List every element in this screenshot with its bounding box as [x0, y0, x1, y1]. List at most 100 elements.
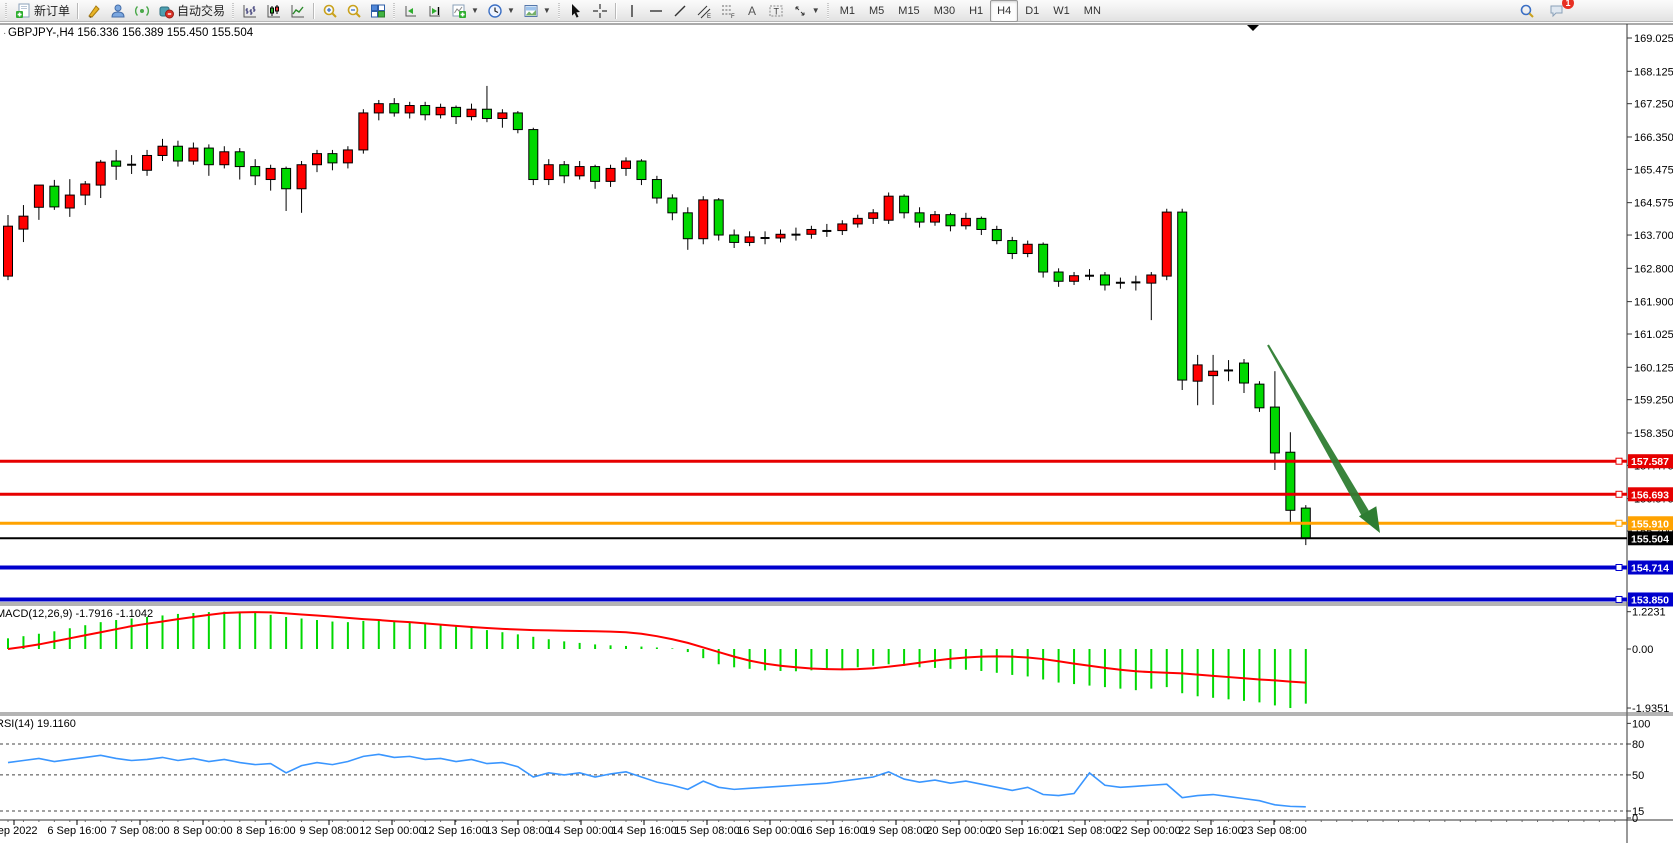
styler-button[interactable] [82, 0, 106, 22]
macd-axis-label: -1.9351 [1632, 703, 1669, 715]
auto-scroll-icon [427, 3, 443, 19]
macd-axis-label: 1.2231 [1632, 607, 1666, 619]
candlestick-chart-button[interactable] [262, 0, 286, 22]
vertical-line-button[interactable] [620, 0, 644, 22]
arrows-button[interactable]: ▼ [788, 0, 824, 22]
equidistant-channel-icon: E [696, 3, 712, 19]
zoom-in-button[interactable] [318, 0, 342, 22]
periods-button[interactable]: ▼ [483, 0, 519, 22]
autotrade-button[interactable]: 自动交易 [154, 0, 229, 22]
tf-d1-button[interactable]: D1 [1018, 0, 1046, 22]
tf-h4-button[interactable]: H4 [990, 0, 1018, 22]
template-icon [523, 3, 539, 19]
arrows-icon [792, 3, 808, 19]
chevron-down-icon: ▼ [812, 6, 820, 15]
bar-chart-button[interactable] [238, 0, 262, 22]
main-toolbar: 新订单 自动交易 [0, 0, 1673, 22]
time-tick-label: 20 Sep 00:00 [926, 825, 991, 837]
time-tick-label: 12 Sep 00:00 [359, 825, 424, 837]
new-order-icon [15, 3, 31, 19]
signals-button[interactable] [130, 0, 154, 22]
time-tick-label: 8 Sep 00:00 [173, 825, 232, 837]
price-tick-label: 159.250 [1634, 395, 1673, 407]
autotrade-icon [158, 3, 174, 19]
horizontal-line-icon [648, 3, 664, 19]
bar-chart-icon [242, 3, 258, 19]
search-button[interactable] [1515, 0, 1539, 22]
line-chart-button[interactable] [286, 0, 310, 22]
templates-button[interactable]: ▼ [519, 0, 555, 22]
new-order-button[interactable]: 新订单 [11, 0, 74, 22]
tf-m15-button[interactable]: M15 [891, 0, 926, 22]
toolbar-separator [77, 3, 79, 19]
price-tick-label: 161.900 [1634, 297, 1673, 309]
fibonacci-button[interactable]: F [716, 0, 740, 22]
text-button[interactable]: A [740, 0, 764, 22]
svg-text:E: E [707, 14, 711, 19]
zoom-out-button[interactable] [342, 0, 366, 22]
chart-frame [0, 22, 1673, 843]
profile-button[interactable] [106, 0, 130, 22]
time-tick-label: 6 Sep 16:00 [47, 825, 106, 837]
tile-windows-button[interactable] [366, 0, 390, 22]
new-order-label: 新订单 [34, 2, 70, 19]
time-tick-label: 16 Sep 16:00 [800, 825, 865, 837]
chart-shift-icon [403, 3, 419, 19]
tf-h1-button[interactable]: H1 [962, 0, 990, 22]
tf-m30-button[interactable]: M30 [927, 0, 962, 22]
trendline-button[interactable] [668, 0, 692, 22]
price-tick-label: 164.575 [1634, 198, 1673, 210]
toolbar-drag-handle[interactable] [4, 3, 9, 19]
notification-badge: 1 [1562, 0, 1574, 9]
toolbar-drag-handle[interactable] [392, 3, 397, 19]
tf-mn-button[interactable]: MN [1077, 0, 1108, 22]
fibonacci-icon: F [720, 3, 736, 19]
time-tick-label: Sep 2022 [0, 825, 38, 837]
time-tick-label: 21 Sep 08:00 [1052, 825, 1117, 837]
text-label-button[interactable]: T [764, 0, 788, 22]
tf-m1-button[interactable]: M1 [833, 0, 862, 22]
time-tick-label: 8 Sep 16:00 [236, 825, 295, 837]
symbol-quote-label: GBPJPY-,H4 156.336 156.389 155.450 155.5… [8, 27, 254, 39]
time-tick-label: 22 Sep 16:00 [1178, 825, 1243, 837]
tf-w1-button[interactable]: W1 [1046, 0, 1077, 22]
chart-shift-button[interactable] [399, 0, 423, 22]
crosshair-icon [592, 3, 608, 19]
zoom-in-icon [322, 3, 338, 19]
cursor-button[interactable] [564, 0, 588, 22]
channel-button[interactable]: E [692, 0, 716, 22]
toolbar-drag-handle[interactable] [231, 3, 236, 19]
price-label: 157.587 [1631, 456, 1669, 468]
time-tick-label: 14 Sep 00:00 [548, 825, 613, 837]
time-tick-label: 9 Sep 08:00 [299, 825, 358, 837]
indicators-button[interactable]: ▼ [447, 0, 483, 22]
time-tick-label: 19 Sep 08:00 [863, 825, 928, 837]
vertical-line-icon [624, 3, 640, 19]
horizontal-line-button[interactable] [644, 0, 668, 22]
rsi-level-label: 50 [1632, 770, 1644, 782]
chart-canvas[interactable]: 169.025168.125167.250166.350165.475164.5… [0, 0, 1673, 843]
notifications-button[interactable]: 1 [1545, 0, 1569, 22]
crosshair-button[interactable] [588, 0, 612, 22]
zoom-out-icon [346, 3, 362, 19]
time-tick-label: 16 Sep 00:00 [737, 825, 802, 837]
svg-text:A: A [748, 4, 756, 18]
chart-window[interactable]: 169.025168.125167.250166.350165.475164.5… [0, 0, 1673, 843]
time-tick-label: 14 Sep 16:00 [611, 825, 676, 837]
indicators-icon [451, 3, 467, 19]
price-tick-label: 166.350 [1634, 132, 1673, 144]
tile-windows-icon [370, 3, 386, 19]
text-label-icon: T [768, 3, 784, 19]
tf-m5-button[interactable]: M5 [862, 0, 891, 22]
search-icon [1519, 3, 1535, 19]
price-label: 155.910 [1631, 518, 1669, 530]
trendline-icon [672, 3, 688, 19]
svg-text:T: T [773, 6, 779, 16]
time-tick-label: 13 Sep 08:00 [485, 825, 550, 837]
toolbar-drag-handle[interactable] [826, 3, 831, 19]
person-icon [110, 3, 126, 19]
toolbar-separator [615, 3, 617, 19]
auto-scroll-button[interactable] [423, 0, 447, 22]
toolbar-drag-handle[interactable] [557, 3, 562, 19]
signal-icon [134, 3, 150, 19]
